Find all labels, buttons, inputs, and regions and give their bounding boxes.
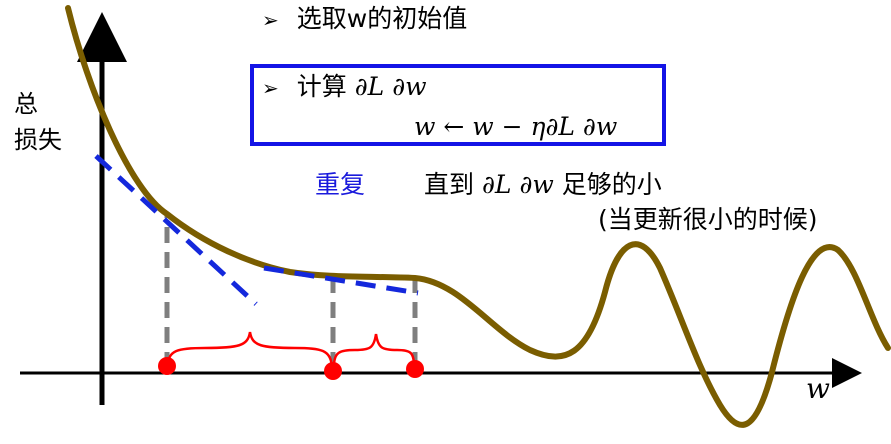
step-2: ➢ 计算 ∂L ∂w <box>262 72 427 103</box>
x-axis-label: w <box>806 372 830 405</box>
point-w2 <box>406 360 424 378</box>
repeat-word: 重复 <box>315 170 366 199</box>
until-prefix: 直到 <box>424 170 475 199</box>
point-w1 <box>324 362 342 380</box>
bullet-icon: ➢ <box>262 76 279 100</box>
until-gradient: ∂L ∂w <box>481 170 554 199</box>
bullet-icon: ➢ <box>262 8 279 32</box>
step-2-label: 计算 <box>296 72 347 101</box>
brace-step-2 <box>332 333 416 367</box>
until-condition: 直到 ∂L ∂w 足够的小 <box>424 170 662 200</box>
brace-step-1 <box>166 331 334 367</box>
gradient-expression: ∂L ∂w <box>354 72 427 101</box>
step-1: ➢ 选取w的初始值 <box>262 4 467 35</box>
point-w0 <box>158 357 176 375</box>
step-1-text: 选取w的初始值 <box>296 4 468 33</box>
update-rule: w ← w − η∂L ∂w <box>414 112 618 141</box>
stop-note: (当更新很小的时候) <box>598 205 818 234</box>
tangent-line-1 <box>94 154 258 306</box>
until-suffix: 足够的小 <box>561 170 662 199</box>
y-axis-label: 总 损失 <box>14 90 62 154</box>
